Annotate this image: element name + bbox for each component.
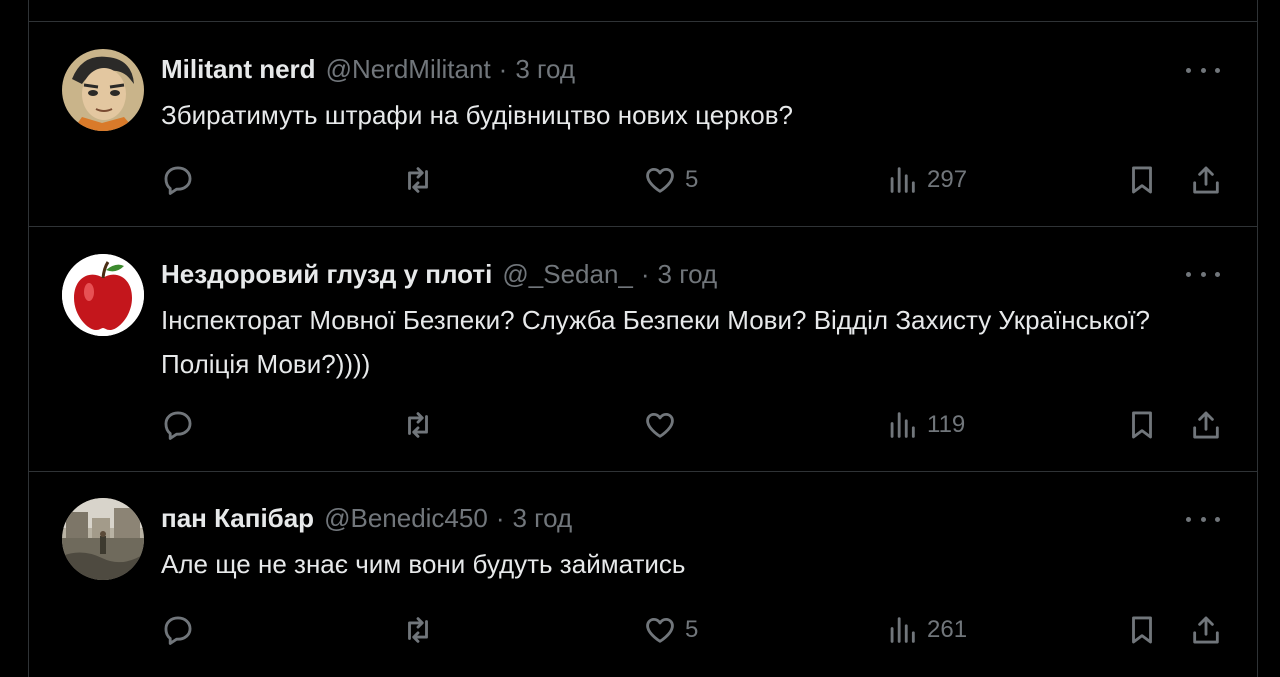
- photo-avatar-icon: [62, 498, 144, 580]
- view-count: 119: [927, 411, 966, 438]
- more-options-icon[interactable]: [1186, 264, 1220, 284]
- heart-icon: [646, 617, 674, 643]
- author-name[interactable]: Militant nerd: [161, 54, 316, 85]
- more-options-icon[interactable]: [1186, 509, 1220, 529]
- bookmark-button[interactable]: [1125, 610, 1159, 650]
- share-icon: [1193, 616, 1219, 644]
- like-button[interactable]: 5: [643, 610, 698, 650]
- view-count: 261: [927, 616, 968, 643]
- views-button[interactable]: 297: [885, 160, 967, 200]
- cartoon-avatar-icon: [62, 49, 144, 131]
- tweet-3[interactable]: пан Капібар @Benedic450 · 3 год Але ще н…: [29, 471, 1258, 677]
- share-icon: [1193, 411, 1219, 439]
- tweet-text: Але ще не знає чим вони будуть займатись: [161, 549, 686, 579]
- author-name[interactable]: пан Капібар: [161, 503, 314, 534]
- bookmark-icon: [1132, 166, 1152, 194]
- timeline-column: Militant nerd @NerdMilitant · 3 год Збир…: [28, 0, 1258, 677]
- avatar[interactable]: [62, 498, 144, 580]
- reply-icon: [164, 616, 192, 645]
- like-count: 5: [685, 166, 699, 193]
- retweet-button[interactable]: [401, 610, 435, 650]
- view-count: 297: [927, 166, 968, 193]
- retweet-button[interactable]: [401, 160, 435, 200]
- apple-avatar-icon: [62, 254, 144, 336]
- retweet-icon: [408, 412, 428, 438]
- more-options-icon[interactable]: [1186, 60, 1220, 80]
- bookmark-button[interactable]: [1125, 405, 1159, 445]
- heart-icon: [646, 167, 674, 193]
- tweet-header: Нездоровий глузд у плоті @_Sedan_ · 3 го…: [161, 256, 717, 292]
- reply-icon: [164, 166, 192, 195]
- reply-button[interactable]: [161, 610, 195, 650]
- retweet-button[interactable]: [401, 405, 435, 445]
- avatar[interactable]: [62, 49, 144, 131]
- views-button[interactable]: 119: [885, 405, 965, 445]
- tweet-text: Збиратимуть штрафи на будівництво нових …: [161, 100, 794, 130]
- reply-icon: [164, 411, 192, 440]
- like-count: 5: [685, 616, 699, 643]
- timestamp[interactable]: 3 год: [658, 259, 718, 290]
- tweet-1[interactable]: Militant nerd @NerdMilitant · 3 год Збир…: [29, 21, 1258, 226]
- views-icon: [890, 617, 915, 643]
- views-icon: [890, 167, 915, 193]
- separator-dot: ·: [495, 502, 505, 533]
- retweet-icon: [408, 167, 428, 193]
- timestamp[interactable]: 3 год: [512, 503, 572, 534]
- retweet-icon: [408, 617, 428, 643]
- author-handle[interactable]: @Benedic450: [324, 503, 488, 534]
- avatar[interactable]: [62, 254, 144, 336]
- author-handle[interactable]: @_Sedan_: [502, 259, 633, 290]
- share-button[interactable]: [1189, 610, 1223, 650]
- tweet-header: пан Капібар @Benedic450 · 3 год: [161, 500, 572, 536]
- bookmark-icon: [1132, 411, 1152, 439]
- separator-dot: ·: [640, 258, 650, 289]
- separator-dot: ·: [498, 53, 508, 84]
- views-button[interactable]: 261: [885, 610, 967, 650]
- views-icon: [890, 412, 915, 438]
- tweet-2[interactable]: Нездоровий глузд у плоті @_Sedan_ · 3 го…: [29, 226, 1258, 471]
- heart-icon: [646, 412, 674, 438]
- reply-button[interactable]: [161, 405, 195, 445]
- like-button[interactable]: 5: [643, 160, 698, 200]
- bookmark-button[interactable]: [1125, 160, 1159, 200]
- author-name[interactable]: Нездоровий глузд у плоті: [161, 259, 492, 290]
- bookmark-icon: [1132, 616, 1152, 644]
- reply-button[interactable]: [161, 160, 195, 200]
- tweet-header: Militant nerd @NerdMilitant · 3 год: [161, 51, 575, 87]
- timestamp[interactable]: 3 год: [515, 54, 575, 85]
- share-button[interactable]: [1189, 160, 1223, 200]
- like-button[interactable]: [643, 405, 685, 445]
- author-handle[interactable]: @NerdMilitant: [326, 54, 491, 85]
- share-icon: [1193, 166, 1219, 194]
- tweet-text: Інспекторат Мовної Безпеки? Служба Безпе…: [161, 305, 1151, 379]
- share-button[interactable]: [1189, 405, 1223, 445]
